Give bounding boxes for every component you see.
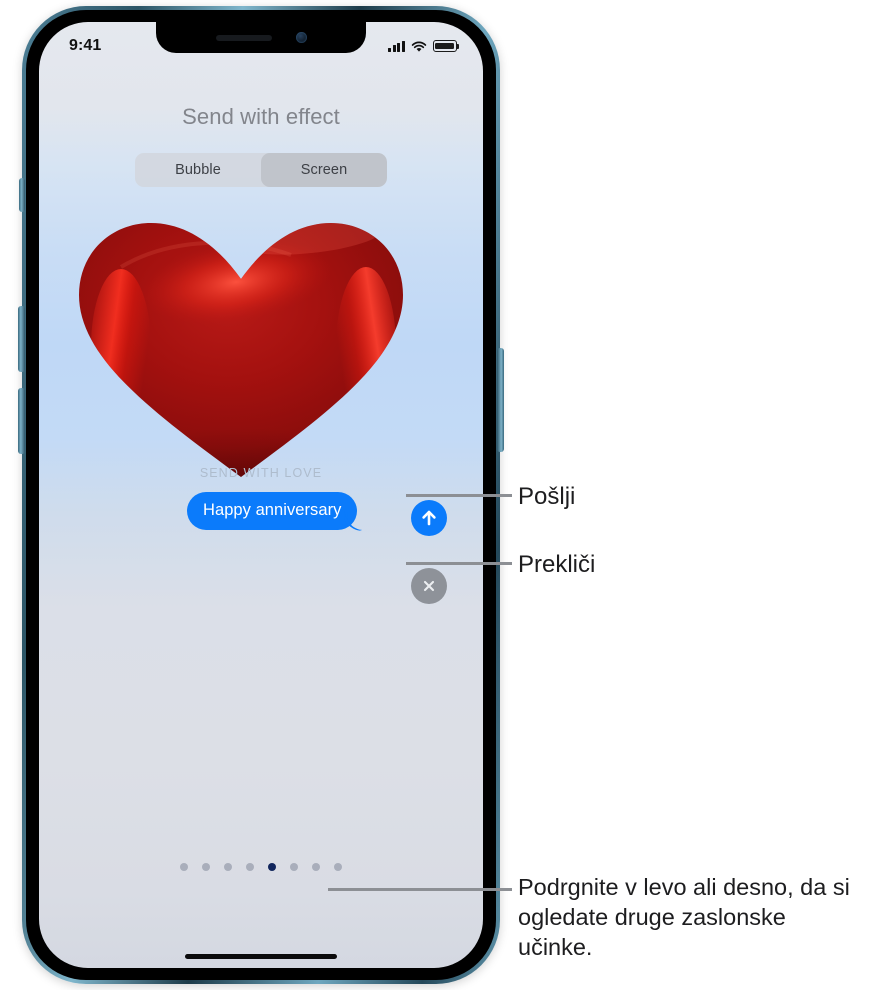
signal-bars-icon: [388, 40, 405, 52]
close-x-icon: [423, 580, 435, 592]
page-dot[interactable]: [290, 863, 298, 871]
page-dot[interactable]: [334, 863, 342, 871]
bubble-tail-icon: [347, 511, 363, 531]
message-text: Happy anniversary: [203, 501, 342, 519]
page-dot[interactable]: [202, 863, 210, 871]
volume-up-button[interactable]: [18, 306, 25, 372]
volume-down-button[interactable]: [18, 388, 25, 454]
send-button[interactable]: [411, 500, 447, 536]
battery-icon: [433, 40, 460, 52]
page-dot[interactable]: [180, 863, 188, 871]
effect-name-label: SEND WITH LOVE: [199, 466, 323, 480]
status-bar-time: 9:41: [69, 37, 102, 54]
callout-line-cancel: [406, 562, 512, 565]
callout-line-send: [406, 494, 512, 497]
page-dot[interactable]: [246, 863, 254, 871]
message-bubble[interactable]: Happy anniversary: [187, 492, 363, 531]
callout-label-swipe: Podrgnite v levo ali desno, da si ogleda…: [518, 874, 850, 961]
home-indicator[interactable]: [185, 954, 337, 959]
front-camera-icon: [295, 32, 307, 43]
callout-line-swipe: [328, 888, 512, 891]
side-power-button[interactable]: [497, 348, 504, 452]
page-title: Send with effect: [182, 104, 340, 129]
page-dot[interactable]: [312, 863, 320, 871]
arrow-up-icon: [422, 510, 436, 526]
tab-bubble[interactable]: Bubble: [135, 153, 261, 187]
page-dot[interactable]: [224, 863, 232, 871]
red-heart-balloon-icon: [79, 223, 403, 477]
screen-effect-preview: [39, 197, 483, 497]
tab-screen[interactable]: Screen: [261, 153, 387, 187]
screenshot-root: 9:41 Send with effect Bubble Screen SEND…: [0, 0, 872, 990]
effect-type-segmented-control[interactable]: Bubble Screen: [135, 153, 387, 187]
callout-label-send: Pošlji: [518, 483, 576, 510]
earpiece-speaker-icon: [215, 34, 272, 41]
notch: [156, 22, 366, 53]
page-dots[interactable]: [39, 863, 483, 871]
page-dot-active[interactable]: [268, 863, 276, 871]
cancel-button[interactable]: [411, 568, 447, 604]
silent-switch-button[interactable]: [19, 178, 25, 212]
status-bar-indicators: [388, 40, 460, 52]
callout-label-cancel: Prekliči: [518, 551, 596, 578]
wifi-icon: [411, 40, 427, 52]
